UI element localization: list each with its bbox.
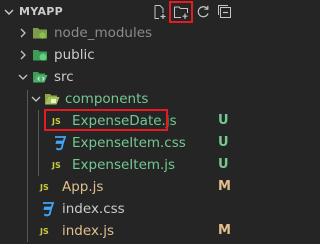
- git-status-badge: U: [218, 113, 229, 128]
- refresh-icon: [197, 5, 209, 18]
- tree-item-label: public: [54, 47, 95, 63]
- tree-item-expense-item-js[interactable]: JS ExpenseItem.js U: [0, 154, 246, 176]
- tree-item-label: index.js: [62, 223, 115, 239]
- git-status-badge: U: [218, 135, 229, 150]
- highlighted-selection: [44, 109, 168, 131]
- git-status-badge: M: [218, 179, 231, 194]
- chevron-down-icon: [18, 74, 28, 80]
- chevron-right-icon: [20, 28, 26, 38]
- tree-item-label: App.js: [62, 179, 104, 195]
- tree-item-src[interactable]: src: [0, 66, 246, 88]
- tree-item-app-js[interactable]: JS App.js M: [0, 176, 246, 198]
- tree-item-label: src: [54, 69, 74, 85]
- src-folder-open-icon: [33, 72, 48, 83]
- explorer-actions: [148, 1, 236, 23]
- tree-item-label: ExpenseItem.js: [72, 157, 176, 173]
- tree-item-label: index.css: [62, 201, 125, 217]
- public-folder-icon: [33, 50, 47, 61]
- git-status-badge: M: [218, 223, 231, 238]
- workspace-title: MYAPP: [19, 5, 63, 18]
- tree-item-label: ExpenseItem.css: [72, 135, 186, 151]
- chevron-down-icon: [31, 96, 41, 102]
- tree-item-index-css[interactable]: index.css: [0, 198, 246, 220]
- tree-item-index-js[interactable]: JS index.js M: [0, 220, 246, 242]
- refresh-button[interactable]: [192, 2, 214, 22]
- tree-item-node-modules[interactable]: node_modules: [0, 22, 246, 44]
- javascript-file-icon: JS: [40, 226, 49, 236]
- tree-item-label: components: [65, 91, 149, 107]
- javascript-file-icon: JS: [40, 182, 49, 192]
- new-folder-icon: [174, 6, 188, 19]
- tree-item-label: node_modules: [54, 25, 153, 41]
- node-folder-icon: [33, 28, 47, 39]
- tree-item-components[interactable]: components: [0, 88, 246, 110]
- collapse-all-icon: [218, 5, 231, 18]
- file-explorer: MYAPP node_modules public src components…: [0, 0, 246, 244]
- new-folder-button[interactable]: [169, 1, 193, 23]
- new-file-button[interactable]: [148, 2, 170, 22]
- explorer-header[interactable]: MYAPP: [0, 0, 246, 24]
- git-status-badge: U: [218, 157, 229, 172]
- new-file-icon: [154, 5, 166, 19]
- css-file-icon: [43, 202, 55, 217]
- javascript-file-icon: JS: [52, 160, 61, 170]
- collapse-all-button[interactable]: [214, 2, 236, 22]
- components-folder-open-icon: [45, 94, 60, 105]
- chevron-right-icon: [20, 50, 26, 60]
- tree-item-expense-item-css[interactable]: ExpenseItem.css U: [0, 132, 246, 154]
- chevron-down-icon[interactable]: [2, 5, 16, 19]
- css-file-icon: [55, 136, 67, 151]
- tree-item-public[interactable]: public: [0, 44, 246, 66]
